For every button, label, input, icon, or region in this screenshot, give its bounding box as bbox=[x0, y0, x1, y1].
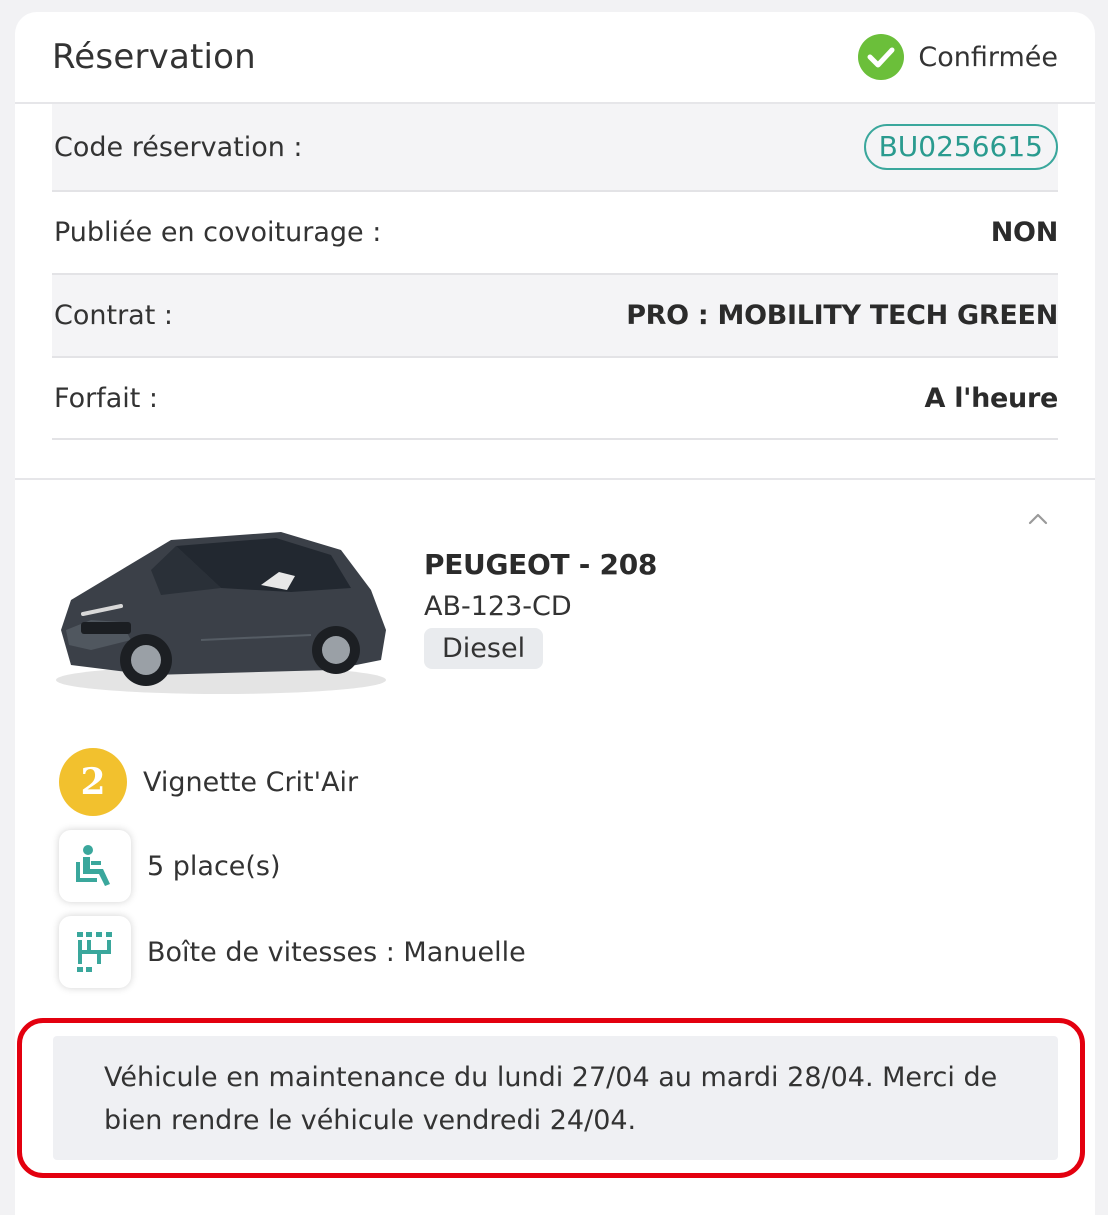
check-circle-icon bbox=[858, 34, 905, 80]
feature-gearbox: Boîte de vitesses : Manuelle bbox=[59, 916, 1095, 988]
detail-label: Contrat : bbox=[54, 300, 173, 331]
feature-text: Boîte de vitesses : Manuelle bbox=[147, 936, 526, 968]
vehicle-info: PEUGEOT - 208 AB-123-CD Diesel bbox=[424, 548, 657, 669]
seat-icon bbox=[59, 830, 131, 902]
vehicle-name: PEUGEOT - 208 bbox=[424, 548, 658, 581]
detail-row-carpool: Publiée en covoiturage : NON bbox=[52, 192, 1058, 275]
gearbox-icon bbox=[59, 916, 131, 988]
page-title: Réservation bbox=[52, 37, 256, 77]
detail-row-package: Forfait : A l'heure bbox=[52, 358, 1058, 440]
detail-value: PRO : MOBILITY TECH GREEN bbox=[626, 300, 1058, 331]
vehicle-image bbox=[51, 510, 391, 700]
reservation-card: Réservation Confirmée Code réservation :… bbox=[15, 12, 1095, 1215]
detail-label: Code réservation : bbox=[54, 131, 303, 163]
fuel-badge: Diesel bbox=[424, 628, 544, 669]
detail-row-code: Code réservation : BU0256615 bbox=[52, 104, 1058, 192]
card-header: Réservation Confirmée bbox=[15, 12, 1095, 104]
feature-text: Vignette Crit'Air bbox=[143, 766, 359, 798]
detail-value: A l'heure bbox=[924, 382, 1059, 414]
critair-2-icon: 2 bbox=[59, 748, 127, 816]
chevron-up-icon[interactable] bbox=[1027, 508, 1049, 530]
feature-critair: 2 Vignette Crit'Air bbox=[59, 748, 1095, 816]
status-label: Confirmée bbox=[918, 41, 1058, 73]
feature-text: 5 place(s) bbox=[147, 850, 281, 882]
reservation-code-pill[interactable]: BU0256615 bbox=[863, 124, 1058, 170]
status-badge: Confirmée bbox=[858, 34, 1058, 80]
detail-row-contract: Contrat : PRO : MOBILITY TECH GREEN bbox=[52, 275, 1058, 358]
maintenance-notice: Véhicule en maintenance du lundi 27/04 a… bbox=[53, 1036, 1058, 1160]
vehicle-section: PEUGEOT - 208 AB-123-CD Diesel bbox=[15, 480, 1095, 720]
reservation-details: Code réservation : BU0256615 Publiée en … bbox=[15, 104, 1095, 440]
detail-label: Forfait : bbox=[54, 382, 159, 414]
vehicle-plate: AB-123-CD bbox=[424, 591, 572, 622]
maintenance-notice-highlight: Véhicule en maintenance du lundi 27/04 a… bbox=[17, 1018, 1085, 1178]
feature-seats: 5 place(s) bbox=[59, 830, 1095, 902]
detail-label: Publiée en covoiturage : bbox=[54, 217, 382, 248]
vehicle-features: 2 Vignette Crit'Air 5 place(s) Boîte de … bbox=[15, 720, 1095, 988]
detail-value: NON bbox=[990, 217, 1059, 248]
